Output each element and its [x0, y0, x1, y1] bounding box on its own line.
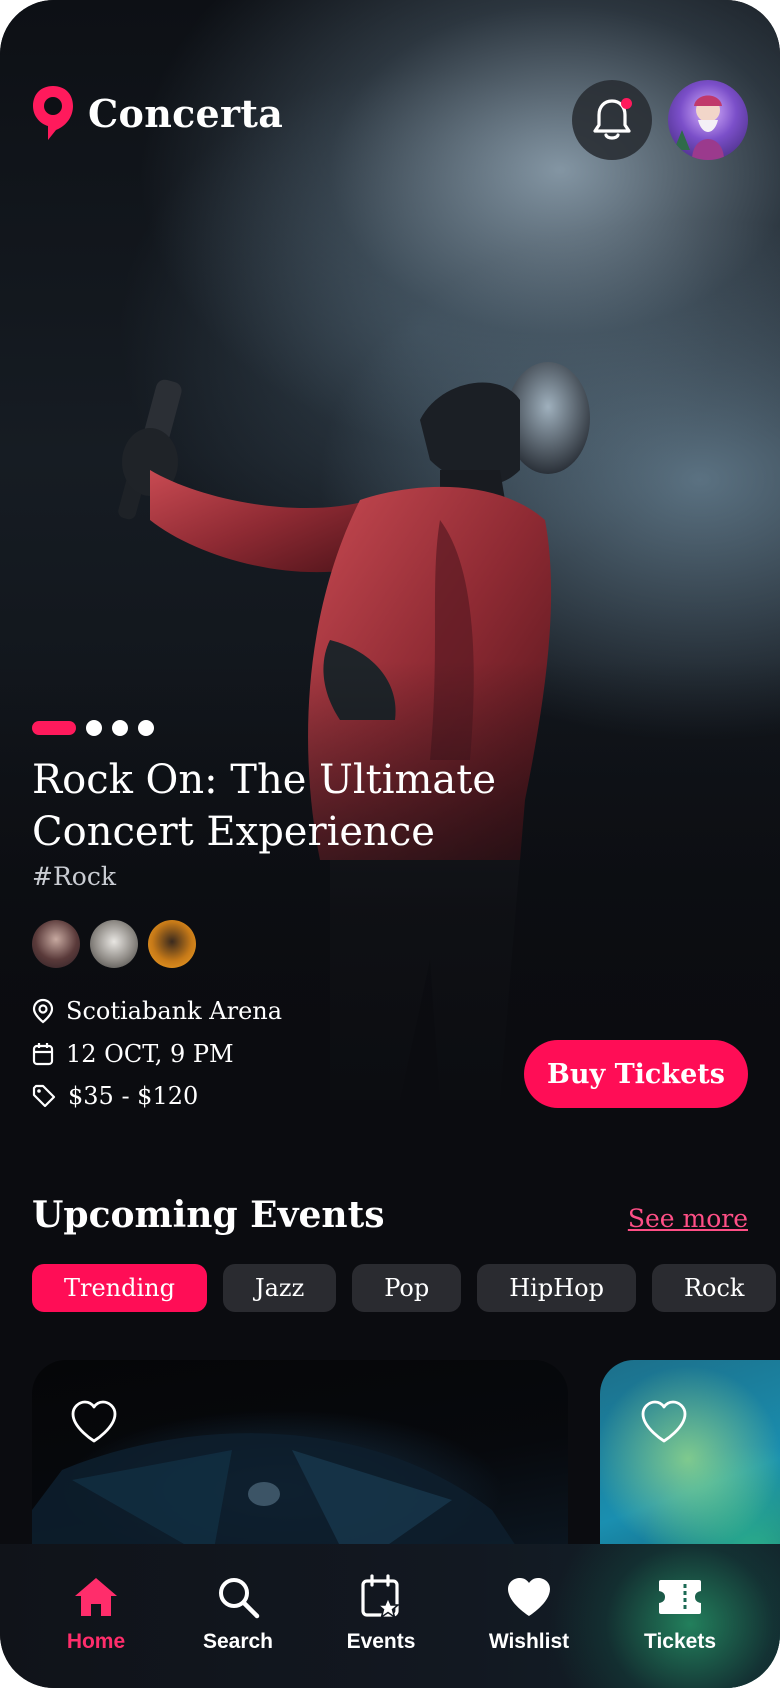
tab-wishlist[interactable]: Wishlist — [459, 1574, 599, 1674]
artist-avatar[interactable] — [148, 920, 196, 968]
tab-search[interactable]: Search — [168, 1574, 308, 1674]
event-genre-tag[interactable]: #Rock — [32, 862, 116, 891]
location-pin-icon — [32, 998, 54, 1024]
carousel-indicator — [32, 720, 154, 736]
bottom-tab-bar: Home Search Events Wishlist Tickets — [0, 1544, 780, 1688]
calendar-icon — [32, 1043, 54, 1066]
tab-events[interactable]: Events — [311, 1574, 451, 1674]
artist-avatar[interactable] — [90, 920, 138, 968]
tab-search-label: Search — [202, 1630, 274, 1653]
wishlist-heart-icon[interactable] — [640, 1400, 688, 1444]
chip-hiphop[interactable]: HipHop — [477, 1264, 636, 1312]
wishlist-heart-icon[interactable] — [70, 1400, 118, 1444]
price-tag-icon — [32, 1084, 56, 1108]
tab-tickets-label: Tickets — [644, 1630, 716, 1653]
notifications-button[interactable] — [572, 80, 652, 160]
hero-banner[interactable]: Concerta Rock On: The Ultimate Concert E… — [0, 0, 780, 1140]
home-icon — [75, 1578, 117, 1616]
search-icon — [219, 1578, 260, 1619]
carousel-dot-active[interactable] — [32, 721, 76, 735]
chip-rock[interactable]: Rock — [651, 1264, 777, 1312]
artist-avatar[interactable] — [32, 920, 80, 968]
location-pin-logo-icon — [33, 86, 73, 140]
event-date: 12 OCT, 9 PM — [32, 1037, 352, 1071]
app-name: Concerta — [88, 90, 284, 136]
app-screen: Concerta Rock On: The Ultimate Concert E… — [0, 0, 780, 1688]
app-logo[interactable]: Concerta — [32, 84, 283, 142]
calendar-star-icon — [361, 1574, 401, 1619]
carousel-dot[interactable] — [112, 720, 128, 736]
event-price: $35 - $120 — [32, 1079, 352, 1113]
tab-tickets[interactable]: Tickets — [610, 1574, 750, 1674]
heart-icon — [508, 1578, 550, 1616]
chip-trending[interactable]: Trending — [32, 1264, 207, 1312]
event-title: Rock On: The Ultimate Concert Experience — [32, 757, 497, 855]
see-more-link[interactable]: See more — [628, 1204, 748, 1233]
tab-home-label: Home — [66, 1630, 126, 1653]
tab-events-label: Events — [346, 1630, 416, 1653]
carousel-dot[interactable] — [138, 720, 154, 736]
top-bar: Concerta — [32, 80, 748, 162]
avatar-image — [674, 95, 724, 160]
category-chips: Trending Jazz Pop HipHop Rock — [32, 1264, 777, 1312]
hero-gradient — [0, 0, 780, 1140]
price-text: $35 - $120 — [68, 1082, 199, 1110]
tab-home[interactable]: Home — [26, 1574, 166, 1674]
date-text: 12 OCT, 9 PM — [66, 1040, 234, 1068]
tab-wishlist-label: Wishlist — [488, 1630, 570, 1653]
artist-avatars — [32, 920, 196, 968]
chip-jazz[interactable]: Jazz — [223, 1264, 337, 1312]
upcoming-events-heading: Upcoming Events — [32, 1194, 385, 1236]
event-venue: Scotiabank Arena — [32, 994, 352, 1028]
carousel-dot[interactable] — [86, 720, 102, 736]
profile-avatar[interactable] — [668, 80, 748, 160]
ticket-icon — [659, 1580, 701, 1614]
buy-tickets-button[interactable]: Buy Tickets — [524, 1040, 748, 1108]
venue-text: Scotiabank Arena — [66, 997, 283, 1025]
chip-pop[interactable]: Pop — [352, 1264, 462, 1312]
unread-badge — [621, 98, 632, 109]
